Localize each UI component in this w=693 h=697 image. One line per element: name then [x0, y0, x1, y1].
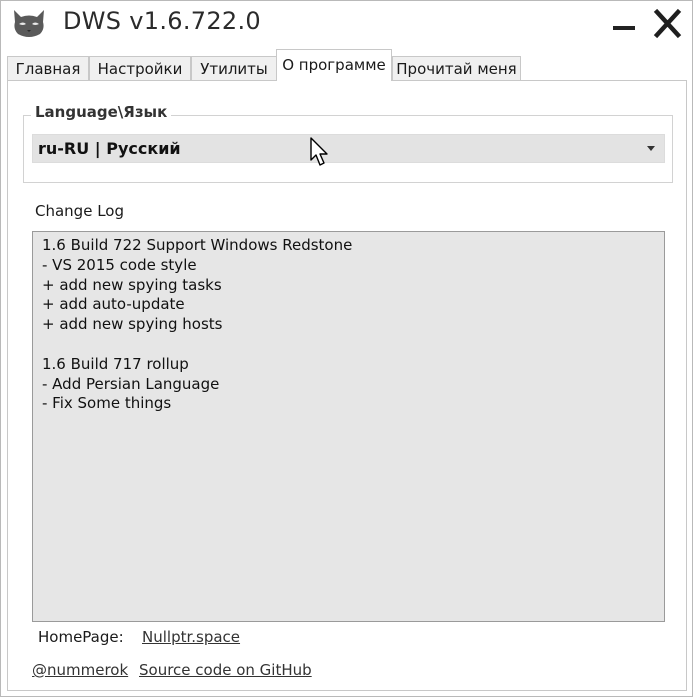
- changelog-label: Change Log: [35, 202, 124, 220]
- window-title: DWS v1.6.722.0: [63, 7, 261, 35]
- tab-settings[interactable]: Настройки: [89, 56, 191, 80]
- twitter-link[interactable]: @nummerok: [32, 661, 128, 679]
- mouse-pointer-icon: [310, 137, 328, 166]
- tab-strip: Главная Настройки Утилиты О программе Пр…: [7, 49, 687, 81]
- language-group-title: Language\Язык: [31, 103, 172, 121]
- close-icon[interactable]: [647, 5, 687, 43]
- minimize-button[interactable]: [603, 7, 643, 41]
- changelog-textbox[interactable]: 1.6 Build 722 Support Windows Redstone -…: [32, 231, 665, 622]
- homepage-link[interactable]: Nullptr.space: [142, 628, 240, 646]
- title-bar[interactable]: DWS v1.6.722.0: [1, 1, 692, 49]
- tab-about[interactable]: О программе: [276, 49, 392, 81]
- tab-utilities[interactable]: Утилиты: [191, 56, 277, 80]
- homepage-label: HomePage:: [38, 628, 124, 646]
- language-select-value: ru-RU | Русский: [38, 139, 181, 158]
- dws-cat-icon: [14, 10, 44, 37]
- tab-main[interactable]: Главная: [7, 56, 89, 80]
- tab-readme[interactable]: Прочитай меня: [392, 56, 521, 80]
- language-select[interactable]: ru-RU | Русский: [32, 134, 665, 163]
- github-link[interactable]: Source code on GitHub: [139, 661, 312, 679]
- chevron-down-icon[interactable]: [647, 146, 655, 151]
- app-window: DWS v1.6.722.0 Главная Настройки Утилиты…: [0, 0, 693, 697]
- changelog-content: 1.6 Build 722 Support Windows Redstone -…: [42, 236, 353, 413]
